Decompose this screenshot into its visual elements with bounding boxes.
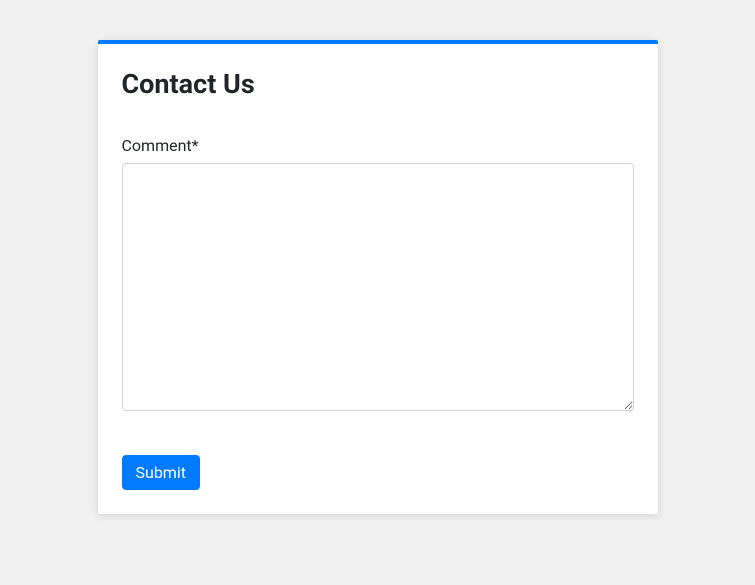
comment-textarea[interactable] bbox=[122, 163, 634, 411]
submit-button[interactable]: Submit bbox=[122, 455, 200, 490]
page-title: Contact Us bbox=[122, 68, 634, 100]
comment-label: Comment* bbox=[122, 136, 634, 155]
contact-form-card: Contact Us Comment* Submit bbox=[98, 40, 658, 514]
